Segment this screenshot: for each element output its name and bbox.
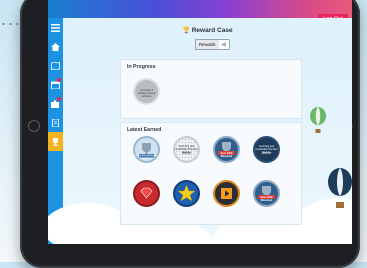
reward-badge[interactable] [213, 180, 240, 207]
reward-badge[interactable] [173, 180, 200, 207]
trophy-icon [218, 142, 235, 155]
reward-badge[interactable]: Best Skill Mastered [253, 180, 280, 207]
hot-air-balloon-icon [328, 168, 352, 208]
latest-earned-heading: Latest Earned [127, 127, 162, 133]
home-button[interactable] [28, 120, 40, 132]
hot-air-balloon-icon [310, 107, 326, 133]
main-content: 🏆 Reward Case Rewards All In Progress Co… [48, 18, 352, 244]
trophy-icon [258, 186, 275, 199]
star-icon [177, 184, 196, 202]
app-screen: Log Out [48, 0, 352, 244]
trophy-icon: 🏆 [182, 28, 190, 34]
gem-icon [140, 187, 153, 199]
tablet-frame: Log Out [20, 0, 360, 268]
reward-badge[interactable]: Latest Earned Reading Award [133, 136, 160, 163]
reward-badge[interactable] [133, 180, 160, 207]
notification-dot [57, 78, 61, 82]
sidebar-item-document[interactable] [48, 113, 63, 132]
video-icon [221, 188, 232, 199]
map-icon [51, 61, 60, 70]
sidebar-item-map[interactable] [48, 56, 63, 75]
page-title: 🏆 Reward Case [182, 27, 233, 34]
document-icon [52, 118, 59, 127]
sidebar-item-trophy[interactable] [48, 132, 63, 151]
top-bar [48, 0, 352, 18]
sidebar-item-puzzle[interactable] [48, 94, 63, 113]
in-progress-card: In Progress Complete 4 reading-related a… [120, 59, 302, 119]
notification-dot [57, 97, 61, 101]
sidebar-item-home[interactable] [48, 37, 63, 56]
toggle-all[interactable]: All [218, 40, 230, 49]
latest-earned-card: Latest Earned Latest Earned Reading Awar… [120, 122, 302, 225]
trophy-icon [53, 137, 58, 146]
toggle-rewards[interactable]: Rewards [196, 40, 219, 49]
sidebar-item-calendar[interactable] [48, 75, 63, 94]
sidebar-item-menu[interactable] [48, 18, 63, 37]
locked-badge[interactable]: Complete 4 reading-related activities [133, 78, 160, 105]
in-progress-heading: In Progress [127, 64, 156, 70]
reward-badge[interactable]: Best Skill Mastered [213, 136, 240, 163]
reward-badge[interactable]: Counting and Cardinality Number Names 10… [173, 136, 200, 163]
home-icon [51, 42, 60, 51]
reward-badge[interactable]: Counting and Cardinality Number Names 10… [253, 136, 280, 163]
view-toggle: Rewards All [195, 39, 231, 50]
menu-icon [51, 23, 60, 32]
